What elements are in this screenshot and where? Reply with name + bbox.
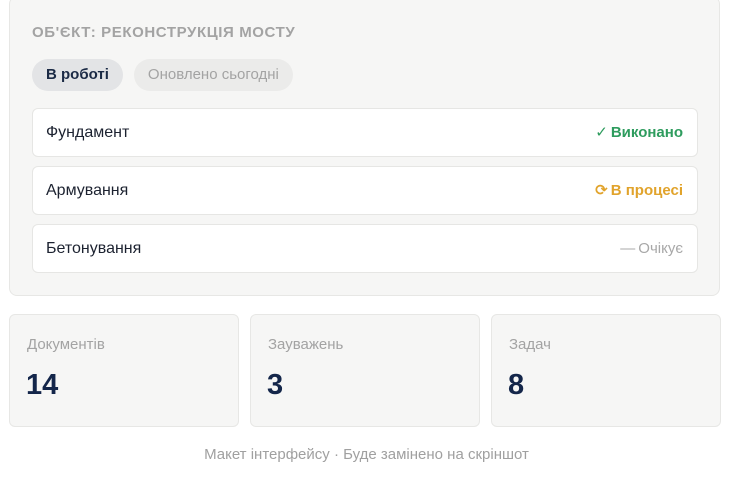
stage-name: Фундамент	[46, 124, 130, 141]
stage-status-label: Очікує	[638, 240, 683, 257]
stage-row-concreting[interactable]: Бетонування — Очікує	[32, 224, 698, 273]
stage-status-label: Виконано	[610, 124, 683, 141]
stage-name: Бетонування	[46, 240, 142, 257]
stat-value: 8	[508, 369, 525, 401]
stage-list: Фундамент ✓ Виконано Армування ⟳ В процесі…	[32, 108, 698, 282]
stage-name: Армування	[46, 182, 129, 199]
footer-note: Макет інтерфейсу · Буде замінено на скрі…	[204, 446, 529, 463]
stat-label: Зауважень	[268, 336, 344, 353]
stat-label: Задач	[509, 336, 551, 353]
stage-row-reinforcement[interactable]: Армування ⟳ В процесі	[32, 166, 698, 215]
status-chips: В роботі Оновлено сьогодні	[32, 59, 293, 91]
stat-value: 14	[26, 369, 59, 401]
refresh-icon: ⟳	[595, 182, 608, 199]
stat-value: 3	[267, 369, 284, 401]
stage-status-done: ✓ Виконано	[595, 109, 683, 156]
page: ОБ'ЄКТ: РЕКОНСТРУКЦІЯ МОСТУ В роботі Оно…	[0, 0, 733, 501]
stage-status-label: В процесі	[610, 182, 683, 199]
stage-status-in-progress: ⟳ В процесі	[595, 167, 683, 214]
stage-status-pending: — Очікує	[620, 225, 683, 272]
object-card: ОБ'ЄКТ: РЕКОНСТРУКЦІЯ МОСТУ В роботі Оно…	[9, 0, 720, 296]
stat-card-tasks[interactable]: Задач 8	[491, 314, 721, 427]
object-title: ОБ'ЄКТ: РЕКОНСТРУКЦІЯ МОСТУ	[32, 24, 296, 41]
stat-label: Документів	[27, 336, 105, 353]
stage-row-foundation[interactable]: Фундамент ✓ Виконано	[32, 108, 698, 157]
check-icon: ✓	[595, 124, 608, 141]
dash-icon: —	[620, 240, 636, 257]
chip-updated-today[interactable]: Оновлено сьогодні	[133, 59, 293, 91]
stat-card-documents[interactable]: Документів 14	[9, 314, 239, 427]
stat-card-remarks[interactable]: Зауважень 3	[250, 314, 480, 427]
chip-in-work[interactable]: В роботі	[32, 59, 123, 91]
stats-row: Документів 14 Зауважень 3 Задач 8	[9, 314, 721, 427]
